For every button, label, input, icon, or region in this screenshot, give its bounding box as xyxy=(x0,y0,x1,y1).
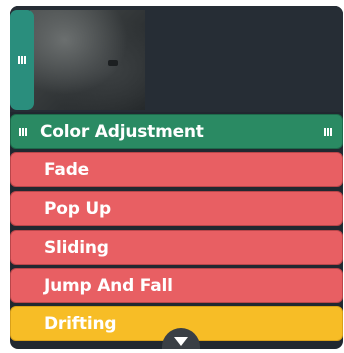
effect-label: Color Adjustment xyxy=(40,121,204,142)
video-thumbnail[interactable] xyxy=(30,10,145,110)
video-track xyxy=(10,6,343,112)
color-adjustment-effect[interactable]: Color Adjustment xyxy=(10,114,343,149)
effect-label: Sliding xyxy=(44,237,109,258)
effect-fade[interactable]: Fade xyxy=(10,152,343,187)
effect-label: Fade xyxy=(44,159,89,180)
grip-icon[interactable] xyxy=(19,127,27,136)
effect-label: Jump And Fall xyxy=(44,275,173,296)
thumbnail-detail xyxy=(108,60,118,66)
track-resize-handle[interactable] xyxy=(10,10,34,110)
effect-pop-up[interactable]: Pop Up xyxy=(10,191,343,226)
effect-sliding[interactable]: Sliding xyxy=(10,230,343,265)
grip-icon xyxy=(18,56,26,64)
triangle-down-icon xyxy=(174,337,188,346)
effect-label: Pop Up xyxy=(44,198,111,219)
timeline-panel: Color Adjustment Fade Pop Up Sliding Jum… xyxy=(10,6,343,349)
grip-icon[interactable] xyxy=(324,128,332,136)
effect-jump-and-fall[interactable]: Jump And Fall xyxy=(10,268,343,303)
effect-label: Drifting xyxy=(44,313,117,334)
